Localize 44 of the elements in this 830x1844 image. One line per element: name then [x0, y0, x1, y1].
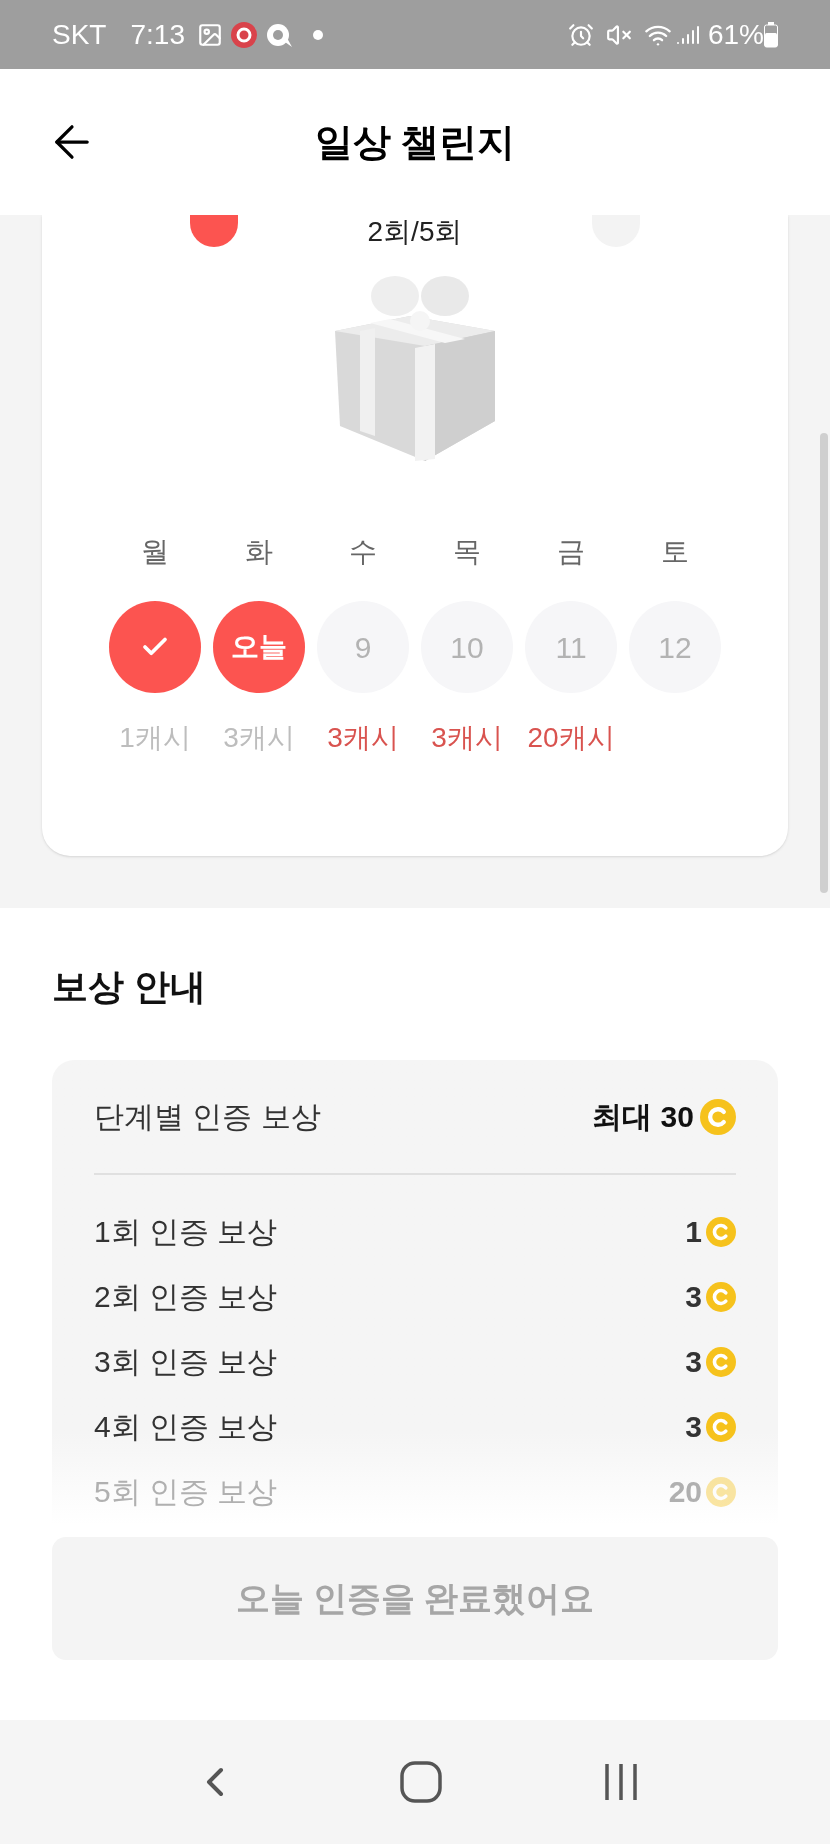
clock: 7:13: [130, 17, 185, 52]
reward-summary-value: 최대 30: [592, 1099, 694, 1135]
cash-amount: 20캐시: [527, 721, 615, 755]
reward-label: 1회 인증 보상: [94, 1214, 278, 1250]
gallery-icon: [196, 21, 223, 48]
alarm-icon: [567, 21, 594, 48]
reward-value: 20: [668, 1474, 702, 1510]
coin-icon: [700, 1098, 736, 1135]
weekday-label: 수: [349, 535, 377, 569]
weekday-label: 화: [245, 535, 273, 569]
carrier: SKT: [52, 17, 107, 52]
reward-value: 1: [685, 1214, 702, 1250]
weekday-label: 목: [453, 535, 481, 569]
recent-apps-icon[interactable]: [603, 1762, 640, 1802]
coin-icon: [706, 1411, 736, 1442]
coin-icon: [706, 1281, 736, 1312]
reward-label: 2회 인증 보상: [94, 1279, 278, 1315]
battery-percent: 61%: [707, 17, 764, 52]
app-icon: [230, 21, 257, 48]
reward-label: 3회 인증 보상: [94, 1344, 278, 1380]
weekday-label: 토: [661, 535, 689, 569]
battery-icon: [764, 21, 778, 48]
reward-label: 5회 인증 보상: [94, 1474, 278, 1510]
progress-count: 2회/5회: [367, 215, 463, 249]
reward-value: 3: [685, 1344, 702, 1380]
reward-value: 3: [685, 1279, 702, 1315]
cash-amount: 3캐시: [327, 721, 399, 755]
notification-dot-icon: [312, 29, 323, 40]
cash-amount: 1캐시: [119, 721, 191, 755]
coin-icon: [706, 1476, 736, 1507]
page-title: 일상 챌린지: [314, 119, 516, 165]
section-title: 보상 안내: [52, 965, 207, 1009]
chat-icon: [264, 21, 293, 48]
weekday-label: 월: [141, 535, 169, 569]
reward-value: 3: [685, 1409, 702, 1445]
home-icon[interactable]: [400, 1761, 442, 1803]
reward-summary-label: 단계별 인증 보상: [94, 1099, 321, 1135]
progress-marker: [190, 215, 238, 247]
cash-amount: 3캐시: [431, 721, 503, 755]
reward-label: 4회 인증 보상: [94, 1409, 278, 1445]
cash-amount: 3캐시: [223, 721, 295, 755]
weekday-label: 금: [557, 535, 585, 569]
coin-icon: [706, 1216, 736, 1247]
coin-icon: [706, 1346, 736, 1377]
